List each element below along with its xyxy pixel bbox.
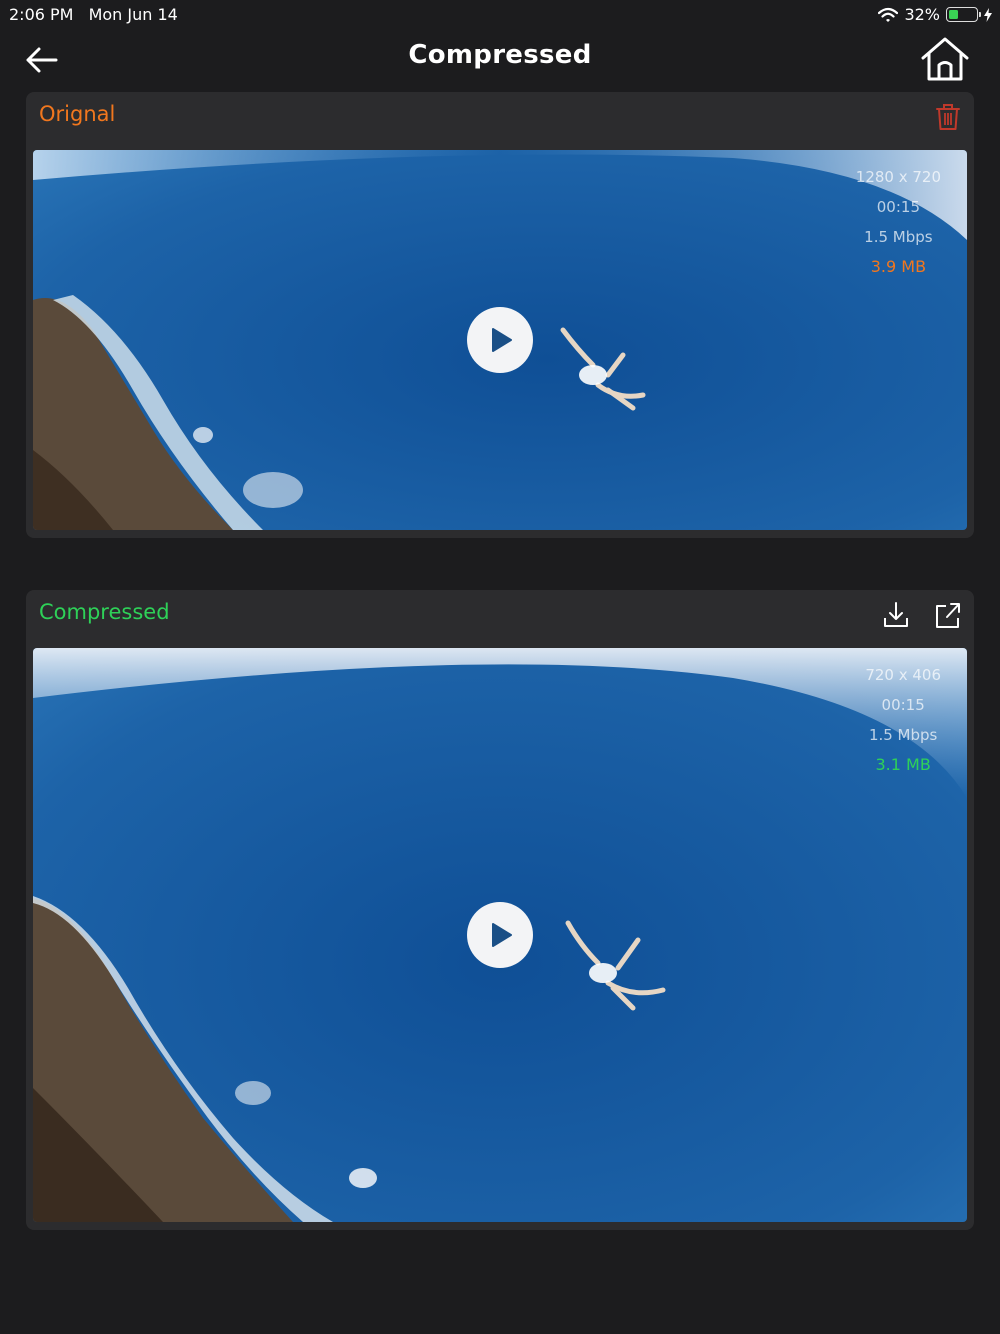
compressed-video-card: Compressed 720 x 406 00:15 1.5 Mbps 3.1 … [26,590,974,1230]
share-icon[interactable] [934,600,962,630]
status-bar: 2:06 PM Mon Jun 14 32% [0,0,1000,30]
nav-bar: Compressed [0,30,1000,90]
compressed-video-info: 720 x 406 00:15 1.5 Mbps 3.1 MB [865,660,941,780]
play-icon [492,923,512,947]
bolt-icon [984,7,992,22]
original-video-info: 1280 x 720 00:15 1.5 Mbps 3.9 MB [856,162,941,282]
home-icon[interactable] [920,36,970,82]
compressed-bitrate: 1.5 Mbps [868,726,938,744]
battery-percent: 32% [904,5,940,24]
original-video-player[interactable]: 1280 x 720 00:15 1.5 Mbps 3.9 MB [33,150,967,530]
trash-icon[interactable] [934,102,962,132]
compressed-duration: 00:15 [881,696,925,714]
original-bitrate: 1.5 Mbps [864,228,933,246]
original-size: 3.9 MB [870,257,927,276]
status-time: 2:06 PM [9,5,74,24]
original-duration: 00:15 [876,198,920,216]
page-title: Compressed [408,40,592,70]
status-date: Mon Jun 14 [88,5,178,24]
compressed-label: Compressed [39,600,170,624]
play-icon [492,328,512,352]
compressed-video-player[interactable]: 720 x 406 00:15 1.5 Mbps 3.1 MB [33,648,967,1222]
battery-icon [946,7,981,22]
compressed-resolution: 720 x 406 [865,666,941,684]
original-video-card: Orignal 1280 x 720 00:15 1.5 Mbps 3.9 MB [26,92,974,538]
original-label: Orignal [39,102,116,126]
compressed-size: 3.1 MB [875,755,931,774]
wifi-icon [878,7,899,22]
play-button[interactable] [467,307,533,373]
play-button[interactable] [467,902,533,968]
download-icon[interactable] [882,600,910,630]
original-resolution: 1280 x 720 [855,168,941,186]
